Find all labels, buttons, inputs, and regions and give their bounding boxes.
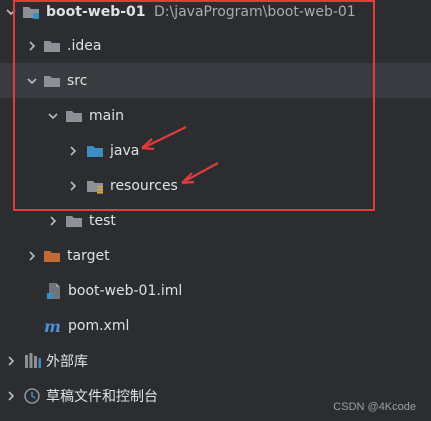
tree-item-label: main [89,107,124,124]
folder-icon [65,107,83,125]
tree-row-main[interactable]: main [0,98,431,133]
chevron-right-icon[interactable] [66,179,80,193]
excluded-folder-icon [43,247,61,265]
chevron-right-icon[interactable] [66,144,80,158]
resources-folder-icon [86,177,104,195]
project-path: D:\javaProgram\boot-web-01 [154,3,356,20]
tree-item-label: test [89,212,116,229]
tree-item-label: target [67,247,110,264]
tree-item-label: .idea [67,37,102,54]
chevron-right-icon[interactable] [4,389,18,403]
tree-row-target[interactable]: target [0,238,431,273]
module-folder-icon [22,3,40,21]
chevron-right-icon[interactable] [46,214,60,228]
tree-row-idea[interactable]: .idea [0,28,431,63]
tree-item-label: resources [110,177,178,194]
chevron-down-icon[interactable] [4,5,18,19]
chevron-right-icon[interactable] [25,39,39,53]
chevron-down-icon[interactable] [25,74,39,88]
tree-item-label: 外部库 [46,353,88,370]
svg-text:m: m [44,317,61,335]
folder-icon [43,37,61,55]
source-folder-icon [86,142,104,160]
tree-row-resources[interactable]: resources [0,168,431,203]
tree-row-test[interactable]: test [0,203,431,238]
tree-row-pom-file[interactable]: m pom.xml [0,308,431,343]
tree-item-label: 草稿文件和控制台 [46,388,158,405]
tree-row-project-root[interactable]: boot-web-01 D:\javaProgram\boot-web-01 [0,0,431,29]
library-icon [24,352,42,370]
watermark: CSDN @4Kcode [333,401,416,413]
folder-icon [43,72,61,90]
tree-row-java[interactable]: java [0,133,431,168]
project-name: boot-web-01 [46,3,146,20]
chevron-right-icon[interactable] [4,354,18,368]
iml-file-icon [45,282,63,300]
chevron-right-icon[interactable] [25,249,39,263]
folder-icon [65,212,83,230]
tree-item-label: boot-web-01.iml [68,282,183,299]
tree-item-label: src [67,72,88,89]
scratches-icon [23,387,41,405]
tree-row-iml-file[interactable]: boot-web-01.iml [0,273,431,308]
tree-row-src[interactable]: src [0,63,431,98]
tree-row-external-libraries[interactable]: 外部库 [0,343,431,378]
tree-item-label: java [110,142,140,159]
chevron-down-icon[interactable] [46,109,60,123]
tree-item-label: pom.xml [68,317,130,334]
maven-icon: m [44,317,62,335]
